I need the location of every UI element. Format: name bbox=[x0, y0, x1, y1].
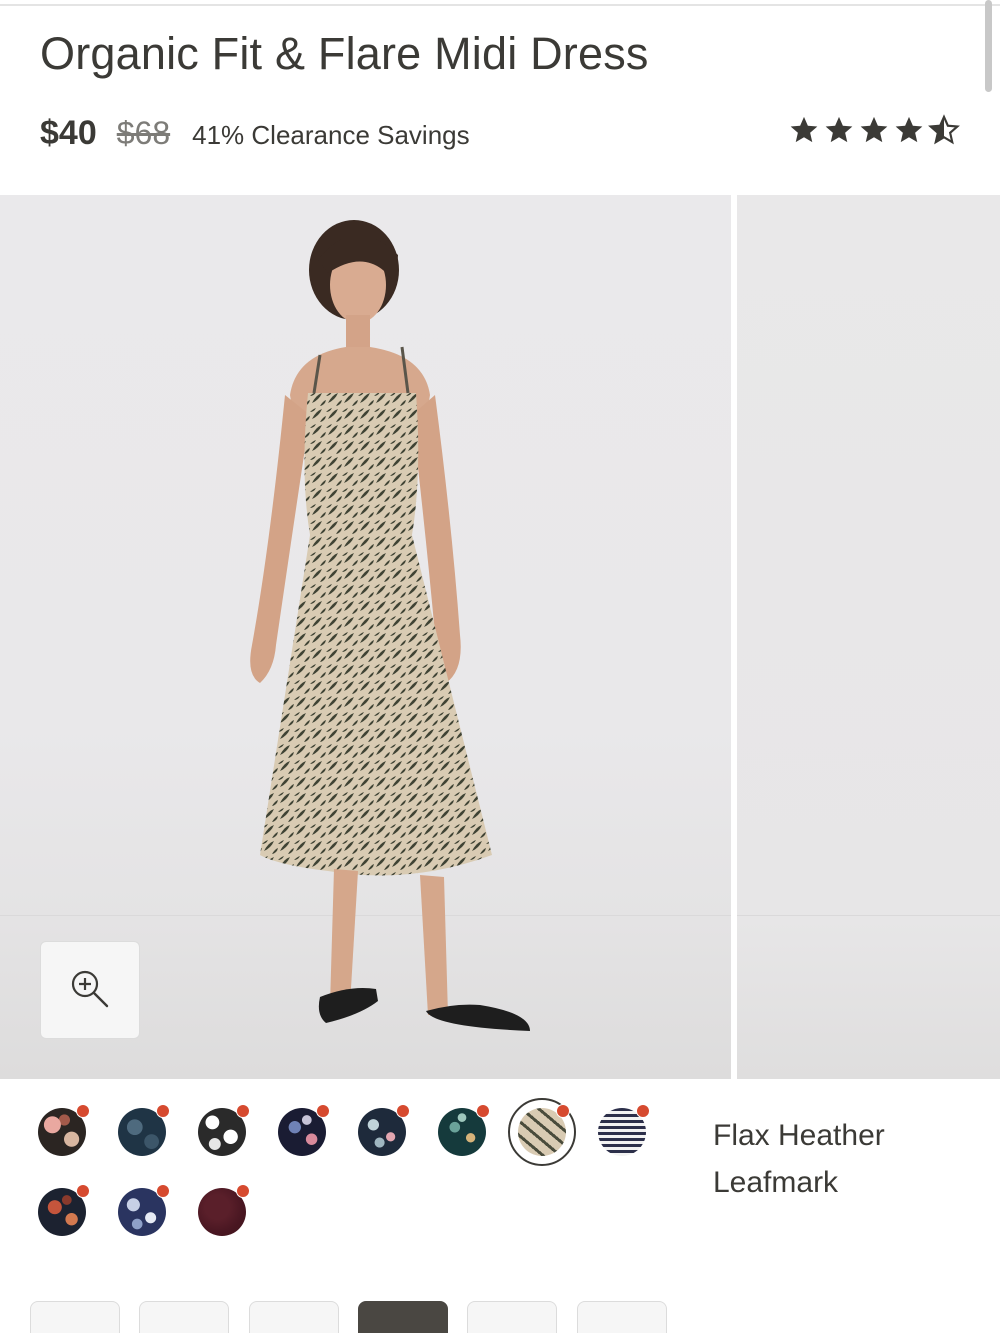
color-swatch[interactable] bbox=[278, 1104, 330, 1156]
zoom-button[interactable] bbox=[40, 941, 140, 1039]
price-row: $40 $68 41% Clearance Savings bbox=[40, 114, 470, 158]
savings-label: 41% Clearance Savings bbox=[192, 120, 470, 150]
star-icon bbox=[825, 116, 853, 143]
sale-dot bbox=[556, 1104, 570, 1118]
zoom-in-icon bbox=[71, 970, 109, 1008]
model-wearing-dress bbox=[250, 220, 530, 1031]
sale-dot bbox=[76, 1184, 90, 1198]
half-star-icon bbox=[928, 114, 960, 145]
sale-dot bbox=[156, 1184, 170, 1198]
sale-dot bbox=[76, 1104, 90, 1118]
sale-dot bbox=[236, 1184, 250, 1198]
current-price: $40 bbox=[40, 114, 97, 152]
sale-dot bbox=[316, 1104, 330, 1118]
color-swatch[interactable] bbox=[198, 1104, 250, 1156]
star-icon bbox=[860, 116, 888, 143]
color-swatch[interactable] bbox=[38, 1104, 90, 1156]
color-swatch[interactable] bbox=[358, 1104, 410, 1156]
sale-dot bbox=[396, 1104, 410, 1118]
color-swatch-selected[interactable] bbox=[508, 1098, 576, 1166]
color-swatch[interactable] bbox=[38, 1184, 90, 1236]
size-option[interactable] bbox=[139, 1301, 229, 1333]
sale-dot bbox=[636, 1104, 650, 1118]
scrollbar-thumb[interactable] bbox=[985, 0, 992, 92]
selected-color-name: Flax Heather Leafmark bbox=[713, 1119, 885, 1199]
product-gallery[interactable] bbox=[0, 195, 1000, 1079]
color-swatch[interactable] bbox=[118, 1104, 170, 1156]
size-option[interactable] bbox=[30, 1301, 120, 1333]
top-divider bbox=[0, 4, 1000, 6]
color-swatch[interactable] bbox=[118, 1184, 170, 1236]
size-option[interactable] bbox=[467, 1301, 557, 1333]
sale-dot bbox=[236, 1104, 250, 1118]
size-option[interactable] bbox=[249, 1301, 339, 1333]
color-swatch[interactable] bbox=[198, 1184, 250, 1236]
studio-floor bbox=[737, 915, 1000, 916]
size-option-selected[interactable] bbox=[358, 1301, 448, 1333]
sale-dot bbox=[156, 1104, 170, 1118]
star-icon bbox=[895, 116, 923, 143]
color-swatch[interactable] bbox=[598, 1104, 650, 1156]
rating-stars[interactable] bbox=[788, 114, 960, 146]
sale-dot bbox=[476, 1104, 490, 1118]
original-price: $68 bbox=[116, 115, 171, 151]
product-title: Organic Fit & Flare Midi Dress bbox=[40, 28, 649, 79]
size-option[interactable] bbox=[577, 1301, 667, 1333]
color-swatch[interactable] bbox=[438, 1104, 490, 1156]
star-icon bbox=[790, 116, 818, 143]
product-photo-next[interactable] bbox=[737, 195, 1000, 1079]
